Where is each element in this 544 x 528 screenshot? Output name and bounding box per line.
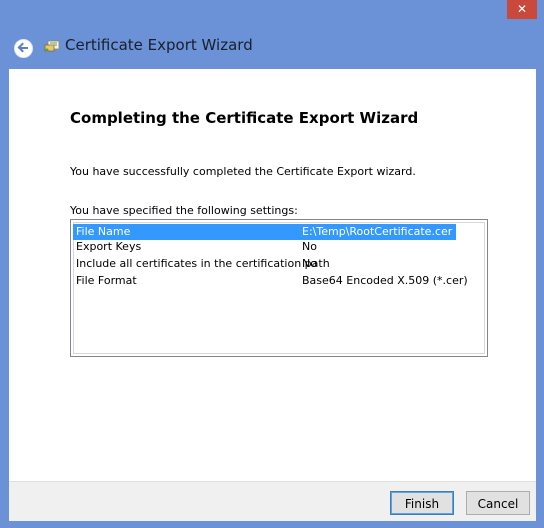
close-icon: ✕ [516,2,528,16]
setting-value: Base64 Encoded X.509 (*.cer) [302,274,468,287]
setting-key: Export Keys [76,240,142,253]
wizard-footer [9,482,536,521]
back-arrow-icon[interactable] [14,39,33,58]
settings-row-file-format[interactable]: File Format Base64 Encoded X.509 (*.cer) [73,273,468,289]
setting-key: File Format [76,274,137,287]
setting-key: Include all certificates in the certific… [76,257,330,270]
settings-row-include-all[interactable]: Include all certificates in the certific… [73,256,456,272]
close-button[interactable]: ✕ [507,0,537,19]
setting-value: E:\Temp\RootCertificate.cer [302,225,453,238]
setting-value: No [302,257,317,270]
wizard-title: Certificate Export Wizard [65,36,253,54]
settings-label: You have specified the following setting… [70,204,298,217]
completion-description: You have successfully completed the Cert… [70,165,416,178]
window-frame-left [0,0,9,528]
settings-row-export-keys[interactable]: Export Keys No [73,239,456,255]
window-titlebar [0,0,544,30]
window-frame-right [536,0,544,528]
page-heading: Completing the Certificate Export Wizard [70,109,419,127]
setting-key: File Name [76,225,131,238]
finish-button[interactable]: Finish [390,491,454,515]
setting-value: No [302,240,317,253]
settings-row-file-name[interactable]: File Name E:\Temp\RootCertificate.cer [73,224,456,240]
window-frame-bottom [0,521,544,528]
cancel-button[interactable]: Cancel [466,491,530,515]
certificate-wizard-icon [44,40,60,52]
